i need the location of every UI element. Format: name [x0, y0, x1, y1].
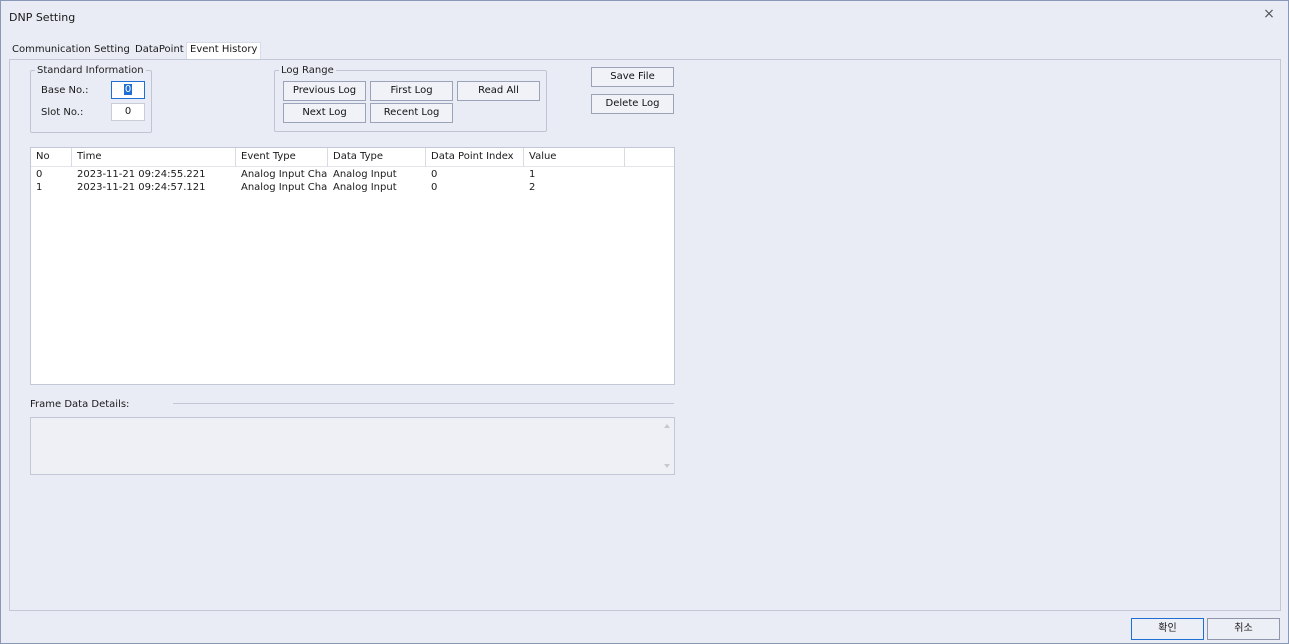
frame-data-details-label: Frame Data Details:	[30, 399, 130, 410]
standard-information-legend: Standard Information	[37, 65, 144, 76]
base-no-input[interactable]: 0	[111, 81, 145, 99]
vertical-scrollbar[interactable]	[660, 418, 674, 474]
window-title: DNP Setting	[9, 11, 76, 24]
previous-log-button[interactable]: Previous Log	[283, 81, 366, 101]
cell-event-type: Analog Input Cha...	[241, 182, 328, 193]
cell-value: 2	[529, 182, 536, 193]
cell-event-type: Analog Input Cha...	[241, 169, 328, 180]
slot-no-input[interactable]: 0	[111, 103, 145, 121]
column-header-time[interactable]: Time	[72, 148, 236, 167]
slot-no-label: Slot No.:	[41, 107, 84, 118]
recent-log-button[interactable]: Recent Log	[370, 103, 453, 123]
cell-no: 1	[36, 182, 43, 193]
ok-button[interactable]: 확인	[1131, 618, 1204, 640]
close-icon[interactable]: ×	[1256, 4, 1282, 24]
read-all-button[interactable]: Read All	[457, 81, 540, 101]
title-bar: DNP Setting ×	[1, 1, 1288, 31]
column-header-no[interactable]: No	[31, 148, 72, 167]
delete-log-button[interactable]: Delete Log	[591, 94, 674, 114]
table-row[interactable]: 1 2023-11-21 09:24:57.121 Analog Input C…	[31, 182, 674, 194]
event-list-header: No Time Event Type Data Type Data Point …	[31, 148, 674, 167]
event-list[interactable]: No Time Event Type Data Type Data Point …	[30, 147, 675, 385]
column-header-value[interactable]: Value	[524, 148, 625, 167]
next-log-button[interactable]: Next Log	[283, 103, 366, 123]
cell-data-type: Analog Input	[333, 182, 397, 193]
table-row[interactable]: 0 2023-11-21 09:24:55.221 Analog Input C…	[31, 169, 674, 181]
scroll-up-icon[interactable]	[664, 424, 670, 428]
dnp-setting-dialog: DNP Setting × Communication Setting Data…	[0, 0, 1289, 644]
tab-communication-setting[interactable]: Communication Setting	[9, 43, 133, 59]
column-header-data-point-index[interactable]: Data Point Index	[426, 148, 524, 167]
cell-no: 0	[36, 169, 43, 180]
scroll-down-icon[interactable]	[664, 464, 670, 468]
column-header-event-type[interactable]: Event Type	[236, 148, 328, 167]
cancel-button[interactable]: 취소	[1207, 618, 1280, 640]
cell-value: 1	[529, 169, 536, 180]
log-range-legend: Log Range	[281, 65, 334, 76]
column-header-data-type[interactable]: Data Type	[328, 148, 426, 167]
tab-event-history[interactable]: Event History	[186, 42, 262, 60]
cell-time: 2023-11-21 09:24:57.121	[77, 182, 206, 193]
cell-data-type: Analog Input	[333, 169, 397, 180]
base-no-label: Base No.:	[41, 85, 89, 96]
divider	[173, 403, 674, 404]
first-log-button[interactable]: First Log	[370, 81, 453, 101]
frame-data-details-textbox[interactable]	[30, 417, 675, 475]
tab-datapoint[interactable]: DataPoint	[132, 43, 187, 59]
save-file-button[interactable]: Save File	[591, 67, 674, 87]
cell-data-point-index: 0	[431, 182, 438, 193]
standard-information-group: Standard Information	[30, 65, 152, 133]
cell-time: 2023-11-21 09:24:55.221	[77, 169, 206, 180]
base-no-value: 0	[123, 84, 133, 95]
cell-data-point-index: 0	[431, 169, 438, 180]
